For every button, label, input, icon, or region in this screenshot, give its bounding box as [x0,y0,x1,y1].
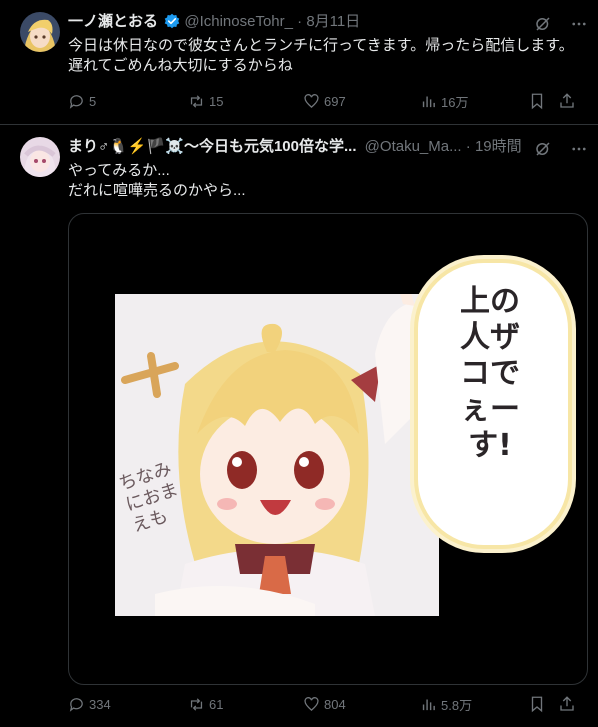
tweet-text-line: 今日は休日なので彼女さんとランチに行ってきます。帰ったら配信します。 [68,37,574,54]
reply-icon [69,94,83,109]
sticker-image: ちなみにおまえも [115,294,439,616]
reply-icon [69,697,83,712]
tweet[interactable]: 一ノ瀬とおる @IchinoseTohr_ · 8月11日 今日は休日なので彼女… [0,0,598,125]
tweet-text: やってみるか... だれに喧嘩売るのかやら... [68,161,246,201]
retweet-button[interactable]: 61 [188,694,223,714]
display-name[interactable]: まり♂🐧⚡🏴☠️〜今日も元気100倍な学... [68,138,357,155]
retweet-icon [190,697,203,711]
retweet-count: 61 [209,696,224,712]
views-chart-icon [422,96,435,107]
bookmark-icon[interactable] [528,92,546,110]
tweet[interactable]: まり♂🐧⚡🏴☠️〜今日も元気100倍な学... @Otaku_Ma... · 1… [0,125,598,727]
more-icon[interactable] [570,15,588,33]
timestamp[interactable]: 8月11日 [306,13,360,30]
like-count: 804 [324,696,346,712]
retweet-count: 15 [209,93,224,109]
heart-icon [304,93,319,108]
avatar[interactable] [20,12,60,52]
display-name[interactable]: 一ノ瀬とおる [68,13,158,30]
tweet-text: 今日は休日なので彼女さんとランチに行ってきます。帰ったら配信します。 遅れてごめ… [68,36,574,76]
views-chart-icon [422,699,435,710]
avatar[interactable] [20,137,60,177]
more-icon[interactable] [570,140,588,158]
handle[interactable]: @IchinoseTohr_ [184,13,293,30]
like-button[interactable]: 804 [303,694,346,714]
action-bar: 334 61 804 5.8万 [68,694,588,714]
tweet-text-line: 遅れてごめんね大切にするからね [68,57,293,74]
like-button[interactable]: 697 [303,91,346,111]
share-icon[interactable] [558,92,576,110]
reply-count: 334 [89,696,111,712]
like-count: 697 [324,93,346,109]
retweet-button[interactable]: 15 [188,91,223,111]
view-count: 16万 [441,94,469,110]
reply-count: 5 [89,93,97,109]
bookmark-icon[interactable] [528,695,546,713]
views-button[interactable]: 16万 [420,91,468,111]
heart-icon [304,696,319,711]
tweet-header: まり♂🐧⚡🏴☠️〜今日も元気100倍な学... @Otaku_Ma... · 1… [68,138,522,155]
tweet-media[interactable]: ちなみにおまえも 上の人ザコでぇーす! [68,213,588,685]
handle[interactable]: @Otaku_Ma... [365,138,462,155]
grok-icon[interactable] [534,15,552,33]
views-button[interactable]: 5.8万 [420,694,472,714]
tweet-text-line: だれに喧嘩売るのかやら... [68,182,246,199]
tweet-header: 一ノ瀬とおる @IchinoseTohr_ · 8月11日 [68,13,361,30]
retweet-icon [190,94,203,108]
reply-button[interactable]: 5 [68,91,96,111]
timestamp[interactable]: 19時間 [475,138,522,155]
tweet-text-line: やってみるか... [68,162,170,179]
verified-badge-icon [164,13,180,29]
view-count: 5.8万 [441,697,473,713]
action-bar: 5 15 697 16万 [68,91,588,111]
share-icon[interactable] [558,695,576,713]
reply-button[interactable]: 334 [68,694,111,714]
sticker-bubble-text: 上の人ザコでぇーす! [460,284,520,463]
grok-icon[interactable] [534,140,552,158]
